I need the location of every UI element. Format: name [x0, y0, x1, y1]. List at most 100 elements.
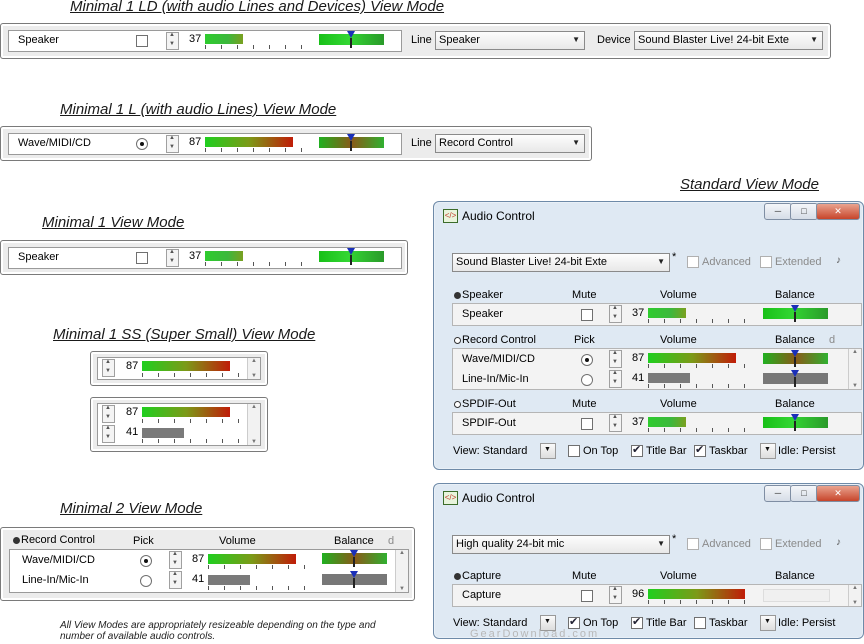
pick-radio[interactable]	[140, 575, 152, 587]
mute-checkbox[interactable]	[581, 418, 593, 430]
close-button[interactable]: ✕	[816, 203, 860, 220]
mute-checkbox[interactable]	[136, 35, 148, 47]
volume-spinner[interactable]	[102, 425, 115, 443]
column-mute: Mute	[572, 570, 597, 582]
section-record-control[interactable]: Record Control	[13, 534, 95, 546]
advanced-checkbox[interactable]	[687, 538, 699, 550]
scrollbar[interactable]	[848, 349, 861, 389]
app-icon: </>	[443, 491, 458, 505]
mute-checkbox[interactable]	[581, 309, 593, 321]
column-volume: Volume	[660, 398, 697, 410]
title-bar-checkbox[interactable]	[631, 615, 643, 629]
volume-bar[interactable]	[648, 353, 736, 363]
balance-marker[interactable]	[791, 350, 799, 367]
close-button[interactable]: ✕	[816, 485, 860, 502]
section-speaker[interactable]: Speaker	[454, 289, 503, 301]
pick-radio[interactable]	[136, 138, 148, 150]
advanced-checkbox[interactable]	[687, 256, 699, 268]
volume-spinner[interactable]	[102, 405, 115, 423]
volume-ticks	[648, 428, 748, 432]
minimize-button[interactable]: ─	[764, 485, 792, 502]
collapse-toggle[interactable]: d	[829, 334, 835, 346]
volume-spinner[interactable]	[169, 551, 182, 569]
extended-checkbox[interactable]	[760, 256, 772, 268]
volume-spinner[interactable]	[102, 359, 115, 377]
control-row: 87	[97, 357, 261, 380]
volume-ticks	[205, 262, 305, 266]
device-select[interactable]: Sound Blaster Live! 24-bit Exte	[634, 31, 823, 50]
volume-bar[interactable]	[142, 407, 230, 417]
volume-value: 37	[632, 416, 645, 428]
volume-spinner[interactable]	[166, 135, 179, 153]
volume-bar[interactable]	[208, 554, 296, 564]
volume-bar[interactable]	[208, 575, 250, 585]
extended-checkbox[interactable]	[760, 538, 772, 550]
volume-bar[interactable]	[648, 308, 686, 318]
taskbar-checkbox[interactable]	[694, 617, 706, 629]
balance-marker[interactable]	[350, 550, 358, 567]
balance-marker[interactable]	[350, 571, 358, 588]
idle-label: Idle: Persist	[778, 445, 836, 457]
volume-value: 87	[632, 352, 645, 364]
minimize-button[interactable]: ─	[764, 203, 792, 220]
idle-dropdown[interactable]	[760, 443, 776, 459]
title-bar[interactable]: </> Audio Control ─ □ ✕	[434, 484, 863, 510]
volume-spinner[interactable]	[609, 414, 622, 432]
balance-marker[interactable]	[791, 305, 799, 322]
balance-marker[interactable]	[791, 370, 799, 387]
title-bar[interactable]: </> Audio Control ─ □ ✕	[434, 202, 863, 228]
section-capture[interactable]: Capture	[453, 570, 501, 582]
volume-bar[interactable]	[205, 251, 243, 261]
pick-radio[interactable]	[581, 354, 593, 366]
mute-checkbox[interactable]	[136, 252, 148, 264]
section-spdif-out[interactable]: SPDIF-Out	[454, 398, 516, 410]
balance-marker[interactable]	[347, 248, 355, 265]
volume-spinner[interactable]	[609, 370, 622, 388]
volume-spinner[interactable]	[166, 249, 179, 267]
control-name: Capture	[462, 589, 502, 601]
volume-bar[interactable]	[142, 428, 184, 438]
scrollbar[interactable]	[247, 404, 260, 445]
view-mode-dropdown[interactable]	[540, 443, 556, 459]
volume-bar[interactable]	[648, 417, 686, 427]
device-select[interactable]: High quality 24-bit mic	[452, 535, 670, 554]
line-select[interactable]: Speaker	[435, 31, 585, 50]
column-pick: Pick	[574, 334, 595, 346]
control-name: Speaker	[18, 34, 59, 46]
volume-bar[interactable]	[205, 137, 293, 147]
minimal-1-strip: Speaker 37	[0, 240, 408, 275]
volume-spinner[interactable]	[166, 32, 179, 50]
volume-bar[interactable]	[205, 34, 243, 44]
line-select[interactable]: Record Control	[435, 134, 585, 153]
volume-bar[interactable]	[648, 373, 690, 383]
pick-radio[interactable]	[581, 374, 593, 386]
scrollbar[interactable]	[395, 550, 408, 592]
volume-bar[interactable]	[142, 361, 230, 371]
balance-marker[interactable]	[347, 31, 355, 48]
section-record-control[interactable]: Record Control	[454, 334, 536, 346]
volume-bar[interactable]	[648, 589, 745, 599]
scrollbar[interactable]	[848, 585, 861, 606]
title-bar-checkbox[interactable]	[631, 443, 643, 457]
volume-value: 41	[632, 372, 645, 384]
balance-marker[interactable]	[791, 414, 799, 431]
device-select[interactable]: Sound Blaster Live! 24-bit Exte	[452, 253, 670, 272]
on-top-checkbox[interactable]	[568, 445, 580, 457]
taskbar-checkbox[interactable]	[694, 443, 706, 457]
volume-value: 41	[192, 573, 205, 585]
collapse-toggle[interactable]: d	[388, 535, 394, 547]
maximize-button[interactable]: □	[790, 485, 818, 502]
pick-radio[interactable]	[140, 555, 152, 567]
mute-checkbox[interactable]	[581, 590, 593, 602]
advanced-label: Advanced	[702, 256, 751, 268]
maximize-button[interactable]: □	[790, 203, 818, 220]
volume-spinner[interactable]	[169, 571, 182, 589]
scrollbar[interactable]	[247, 358, 260, 379]
volume-spinner[interactable]	[609, 350, 622, 368]
minimal-1-ld-strip: Speaker 37 Line Speaker Device Sound Bla…	[0, 23, 831, 59]
balance-marker[interactable]	[347, 134, 355, 151]
volume-spinner[interactable]	[609, 305, 622, 323]
balance-slider[interactable]	[763, 589, 830, 602]
volume-spinner[interactable]	[609, 586, 622, 604]
idle-dropdown[interactable]	[760, 615, 776, 631]
